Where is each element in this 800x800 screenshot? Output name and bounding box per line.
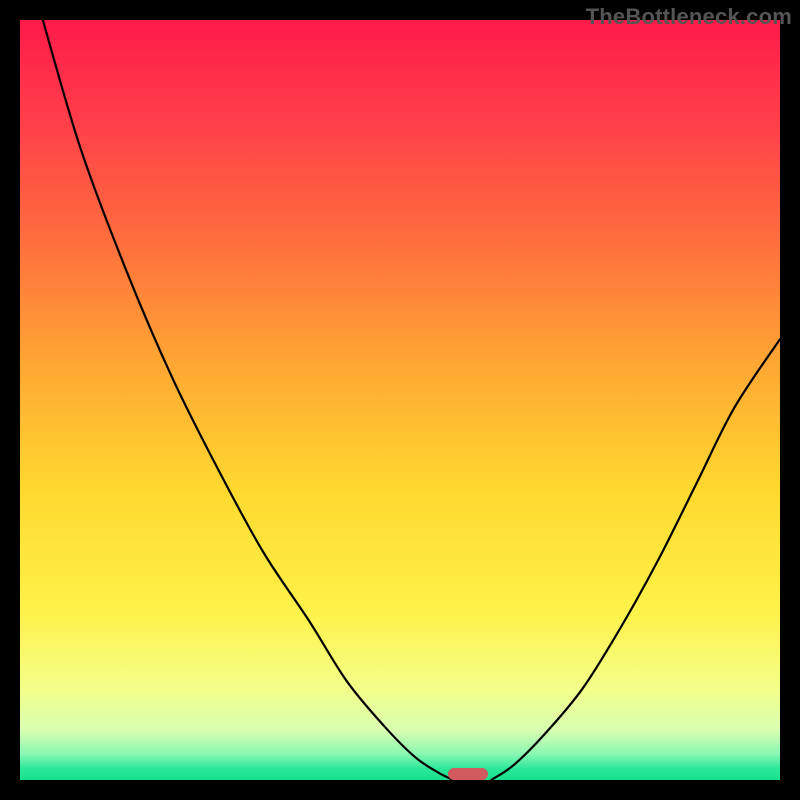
- watermark-text: TheBottleneck.com: [586, 4, 792, 30]
- curve-right-branch: [491, 339, 780, 780]
- plot-area: [20, 20, 780, 780]
- curve-left-branch: [43, 20, 453, 780]
- chart-frame: TheBottleneck.com: [0, 0, 800, 800]
- min-marker: [448, 768, 488, 780]
- bottleneck-curve: [20, 20, 780, 780]
